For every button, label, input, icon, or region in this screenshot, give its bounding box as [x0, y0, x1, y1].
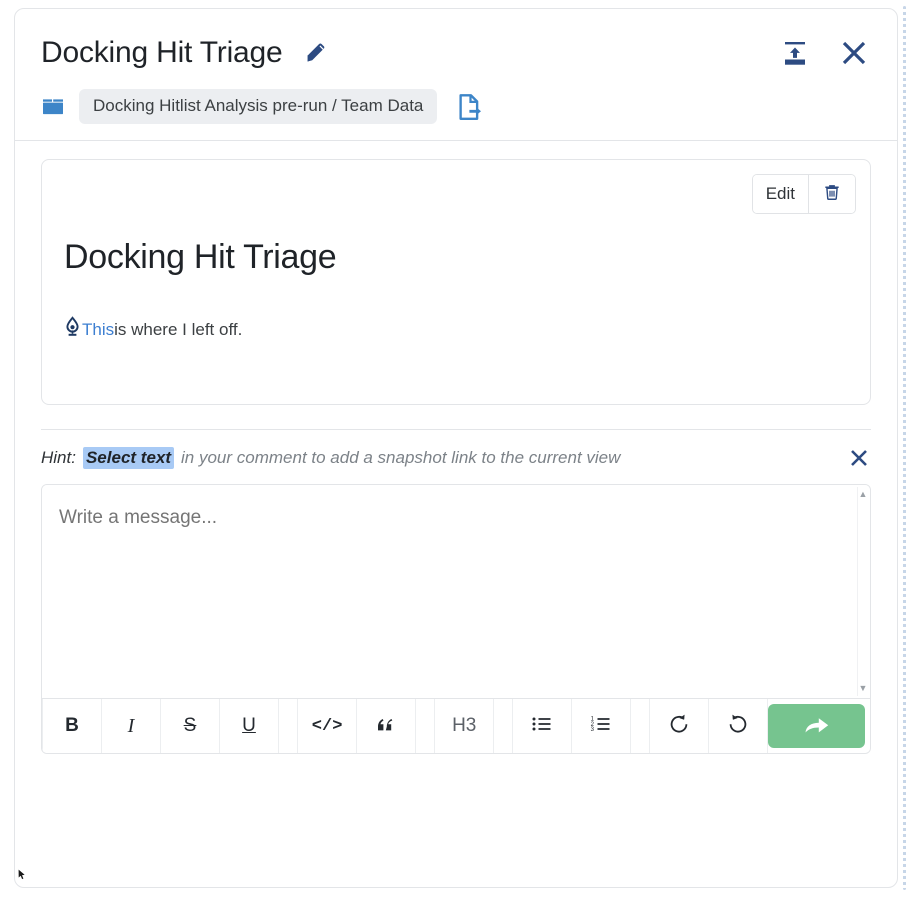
document-export-icon[interactable] — [455, 92, 485, 122]
bold-button[interactable]: B — [42, 699, 102, 753]
note-title: Docking Hit Triage — [64, 238, 337, 276]
panel-resize-handle[interactable] — [903, 6, 906, 890]
snapshot-droplet-icon — [64, 316, 81, 338]
underline-button[interactable]: U — [220, 699, 279, 753]
quote-icon — [375, 714, 397, 739]
formatting-toolbar: B I S U </> H3 1 2 3 — [42, 698, 870, 753]
bullet-list-icon — [531, 714, 553, 739]
note-card: Edit Docking Hit Triage This is where I … — [41, 159, 871, 405]
message-scrollbar[interactable]: ▲ ▼ — [857, 487, 868, 696]
redo-button[interactable] — [709, 699, 769, 753]
toolbar-separator-3 — [494, 699, 512, 753]
code-button[interactable]: </> — [297, 699, 358, 753]
edit-note-label: Edit — [765, 184, 795, 203]
trash-icon — [822, 182, 842, 207]
redo-icon — [726, 712, 750, 741]
toolbar-group-text-style: B I S U — [42, 699, 279, 753]
panel-title-row: Docking Hit Triage — [41, 31, 871, 75]
ordered-list-icon: 1 2 3 — [590, 714, 612, 739]
hint-highlight: Select text — [82, 447, 175, 469]
panel-header: Docking Hit Triage Docking Hitlist Analy… — [15, 9, 897, 140]
italic-button[interactable]: I — [102, 699, 161, 753]
toolbar-separator-4 — [631, 699, 649, 753]
strikethrough-icon: S — [183, 715, 197, 736]
blockquote-button[interactable] — [357, 699, 417, 753]
edit-note-button[interactable]: Edit — [752, 175, 808, 213]
svg-text:3: 3 — [591, 727, 595, 733]
comments-panel: Docking Hit Triage Docking Hitlist Analy… — [14, 8, 898, 888]
hint-text: in your comment to add a snapshot link t… — [181, 448, 621, 467]
note-section: Edit Docking Hit Triage This is where I … — [15, 141, 897, 430]
bold-icon: B — [65, 715, 79, 736]
note-actions: Edit — [751, 174, 856, 214]
ordered-list-button[interactable]: 1 2 3 — [572, 699, 632, 753]
hint-close-icon[interactable] — [847, 446, 871, 470]
underline-icon: U — [242, 715, 256, 736]
page-title: Docking Hit Triage — [41, 36, 283, 69]
heading-3-button[interactable]: H3 — [434, 699, 495, 753]
message-area: ▲ ▼ — [42, 485, 870, 698]
breadcrumb-path[interactable]: Docking Hitlist Analysis pre-run / Team … — [79, 89, 438, 124]
pencil-icon[interactable] — [303, 40, 329, 66]
heading-3-icon: H3 — [452, 715, 477, 736]
undo-icon — [667, 712, 691, 741]
toolbar-group-history — [649, 699, 769, 753]
close-icon[interactable] — [837, 36, 871, 70]
note-body: This is where I left off. — [64, 313, 848, 341]
hint-bar: Hint: Select text in your comment to add… — [15, 430, 897, 484]
snapshot-link[interactable]: This — [82, 319, 114, 341]
toolbar-group-blocks: </> — [297, 699, 417, 753]
app-root: Docking Hit Triage Docking Hitlist Analy… — [0, 0, 916, 902]
delete-note-button[interactable] — [808, 175, 855, 213]
send-arrow-icon — [802, 713, 832, 740]
caret-up-icon[interactable]: ▲ — [859, 490, 868, 499]
composer-section: ▲ ▼ B I S — [15, 484, 897, 754]
toolbar-separator-2 — [416, 699, 434, 753]
undo-button[interactable] — [649, 699, 710, 753]
send-button[interactable] — [768, 704, 865, 748]
message-composer: ▲ ▼ B I S — [41, 484, 871, 754]
toolbar-group-heading: H3 — [434, 699, 495, 753]
collapse-to-top-icon[interactable] — [779, 37, 811, 69]
note-body-text: is where I left off. — [114, 320, 243, 339]
breadcrumb: Docking Hitlist Analysis pre-run / Team … — [41, 89, 871, 124]
toolbar-separator-1 — [279, 699, 297, 753]
bullet-list-button[interactable] — [512, 699, 573, 753]
hint-label: Hint: — [41, 448, 76, 467]
folder-icon[interactable] — [41, 95, 65, 119]
italic-icon: I — [127, 714, 135, 737]
strikethrough-button[interactable]: S — [161, 699, 220, 753]
code-icon: </> — [311, 716, 343, 736]
caret-down-icon[interactable]: ▼ — [859, 684, 868, 693]
toolbar-group-lists: 1 2 3 — [512, 699, 632, 753]
message-input[interactable] — [42, 485, 870, 698]
